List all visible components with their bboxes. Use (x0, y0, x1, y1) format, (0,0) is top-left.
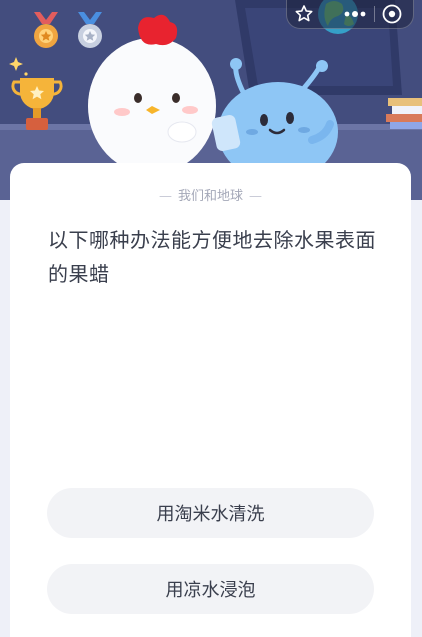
star-icon (295, 5, 313, 22)
answer-option-label: 用淘米水清洗 (156, 504, 265, 525)
more-dots-icon (344, 11, 366, 17)
more-button[interactable] (339, 2, 371, 26)
category-subtitle: — 我们和地球 — (10, 185, 411, 204)
answer-option-label: 用凉水浸泡 (165, 580, 256, 601)
question-text: 以下哪种办法能方便地去除水果表面的果蜡 (48, 228, 376, 286)
answer-option-2[interactable]: 用凉水浸泡 (47, 564, 374, 614)
trophy-icon (9, 57, 63, 130)
blue-alien-mascot (211, 58, 338, 168)
close-circle-icon (382, 4, 402, 24)
capsule-divider (374, 6, 375, 22)
subtitle-dash-left: — (158, 189, 172, 204)
subtitle-dash-right: — (249, 189, 262, 204)
bronze-medal-icon (34, 12, 58, 48)
question-card: — 我们和地球 — 以下哪种办法能方便地去除水果表面的果蜡 用淘米水清洗 用凉水浸泡 (10, 163, 411, 637)
favorite-button[interactable] (291, 2, 317, 26)
category-label: 我们和地球 (177, 189, 243, 204)
mini-program-capsule (286, 0, 414, 29)
close-button[interactable] (379, 2, 405, 26)
answer-option-1[interactable]: 用淘米水清洗 (47, 488, 374, 538)
page-root: — 我们和地球 — 以下哪种办法能方便地去除水果表面的果蜡 用淘米水清洗 用凉水浸泡 (0, 0, 422, 637)
